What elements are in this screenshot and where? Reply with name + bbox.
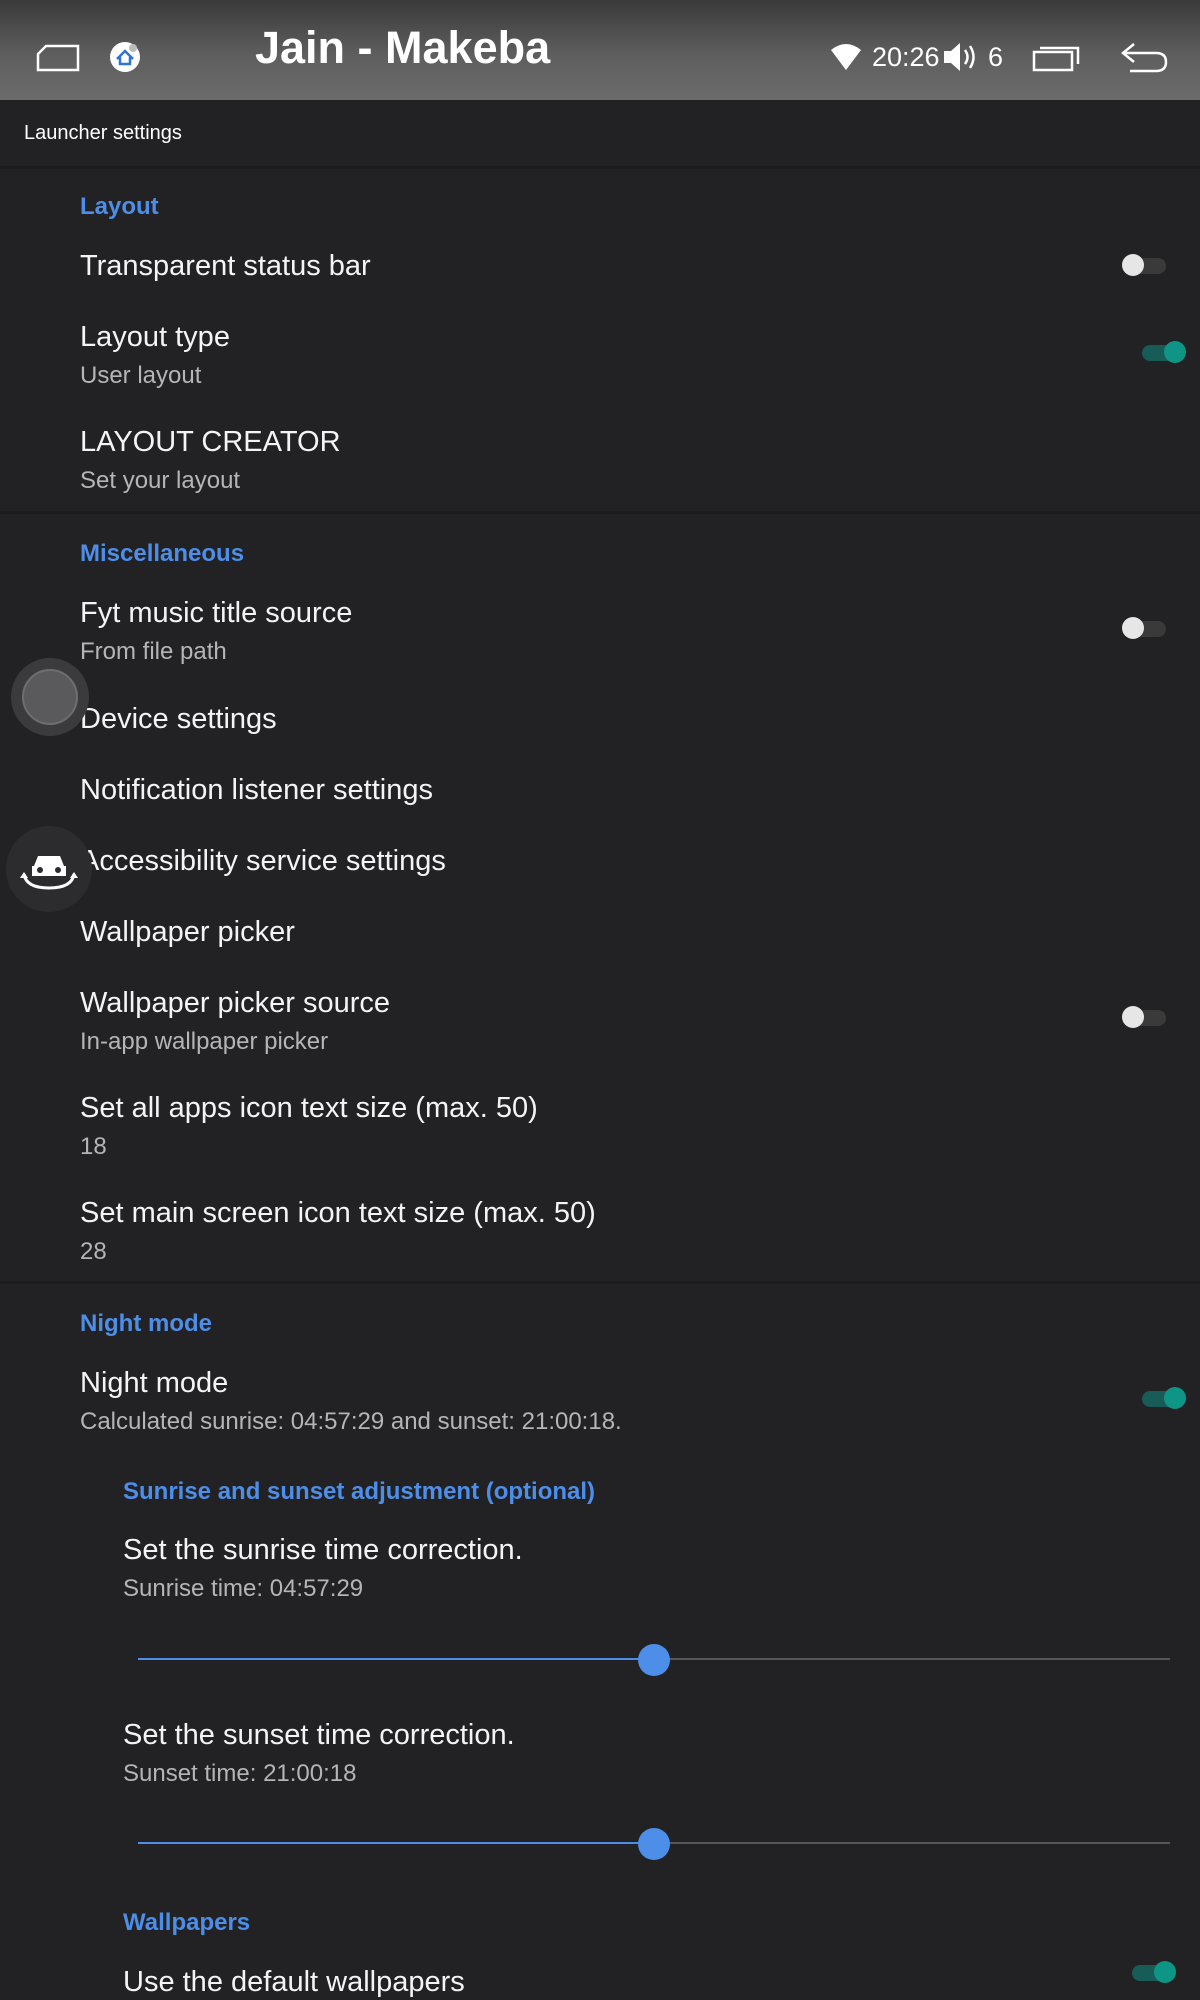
pref-summary: 28 [80,1238,107,1265]
car-rotate-button[interactable] [6,826,92,912]
clock: 20:26 [872,42,940,72]
pref-title: Set all apps icon text size (max. 50) [80,1092,538,1124]
home-icon[interactable] [36,44,80,77]
transparent-status-bar-toggle[interactable] [1122,254,1166,276]
pref-use-default-wallpapers[interactable]: Use the default wallpapers [0,1966,1200,1999]
default-wallpapers-toggle[interactable] [1132,1961,1176,1983]
pref-title: Use the default wallpapers [123,1966,465,1998]
sunset-correction-slider[interactable] [138,1828,1170,1860]
divider [0,1281,1200,1284]
pref-title: Fyt music title source [80,597,353,629]
pref-layout-creator[interactable]: LAYOUT CREATOR Set your layout [0,426,1200,495]
pref-title: Set the sunrise time correction. [123,1534,523,1566]
pref-summary: Calculated sunrise: 04:57:29 and sunset:… [80,1408,622,1435]
pref-title: Night mode [80,1367,229,1399]
pref-title: Accessibility service settings [80,845,446,877]
slider-thumb[interactable] [638,1828,670,1860]
wifi-icon [830,44,862,77]
wallpaper-picker-source-toggle[interactable] [1122,1006,1166,1028]
pref-summary: In-app wallpaper picker [80,1028,329,1055]
pref-accessibility-service-settings[interactable]: Accessibility service settings [0,845,1200,878]
pref-summary: Sunset time: 21:00:18 [123,1760,357,1787]
car-rotate-icon [20,844,78,899]
floating-assist-button[interactable] [11,658,89,736]
layout-type-toggle[interactable] [1142,341,1186,363]
page-title: Launcher settings [24,122,182,144]
pref-title: Device settings [80,703,277,735]
pref-notification-listener-settings[interactable]: Notification listener settings [0,774,1200,807]
volume-level: 6 [988,42,1004,72]
pref-wallpaper-picker[interactable]: Wallpaper picker [0,916,1200,949]
pref-title: Set main screen icon text size (max. 50) [80,1197,596,1229]
divider [0,511,1200,514]
divider [0,166,1200,169]
section-title-layout: Layout [80,193,159,220]
back-icon[interactable] [1120,40,1170,79]
pref-title: Wallpaper picker [80,916,295,948]
pref-title: LAYOUT CREATOR [80,426,341,458]
pref-wallpaper-picker-source[interactable]: Wallpaper picker source In-app wallpaper… [0,987,1200,1056]
pref-layout-type[interactable]: Layout type User layout [0,321,1200,390]
pref-summary: User layout [80,362,202,389]
pref-summary: Set your layout [80,467,241,494]
section-title-wallpapers: Wallpapers [123,1909,251,1936]
pref-title: Notification listener settings [80,774,433,806]
pref-main-screen-icon-text-size[interactable]: Set main screen icon text size (max. 50)… [0,1197,1200,1266]
pref-title: Transparent status bar [80,250,371,282]
pref-summary: From file path [80,638,227,665]
fyt-music-toggle[interactable] [1122,617,1166,639]
pref-title: Wallpaper picker source [80,987,390,1019]
pref-fyt-music-title-source[interactable]: Fyt music title source From file path [0,597,1200,666]
section-title-sunrise-sunset-adjustment: Sunrise and sunset adjustment (optional) [123,1478,596,1505]
now-playing-title: Jain - Makeba [255,22,551,73]
pref-sunrise-correction[interactable]: Set the sunrise time correction. Sunrise… [0,1534,1200,1603]
section-title-miscellaneous: Miscellaneous [80,540,245,567]
section-title-night-mode: Night mode [80,1310,212,1337]
pref-all-apps-icon-text-size[interactable]: Set all apps icon text size (max. 50) 18 [0,1092,1200,1161]
speaker-icon[interactable] [942,40,980,79]
pref-night-mode[interactable]: Night mode Calculated sunrise: 04:57:29 … [0,1367,1200,1436]
pref-device-settings[interactable]: Device settings [0,703,1200,736]
night-mode-toggle[interactable] [1142,1387,1186,1409]
sunrise-correction-slider[interactable] [138,1644,1170,1676]
pref-title: Set the sunset time correction. [123,1719,515,1751]
launcher-app-icon[interactable] [108,40,142,79]
slider-thumb[interactable] [638,1644,670,1676]
pref-summary: 18 [80,1133,107,1160]
status-bar: Jain - Makeba 20:26 6 [0,0,1200,100]
pref-title: Layout type [80,321,230,353]
pref-summary: Sunrise time: 04:57:29 [123,1575,364,1602]
pref-sunset-correction[interactable]: Set the sunset time correction. Sunset t… [0,1719,1200,1788]
recent-apps-icon[interactable] [1032,44,1080,77]
pref-transparent-status-bar[interactable]: Transparent status bar [0,250,1200,283]
